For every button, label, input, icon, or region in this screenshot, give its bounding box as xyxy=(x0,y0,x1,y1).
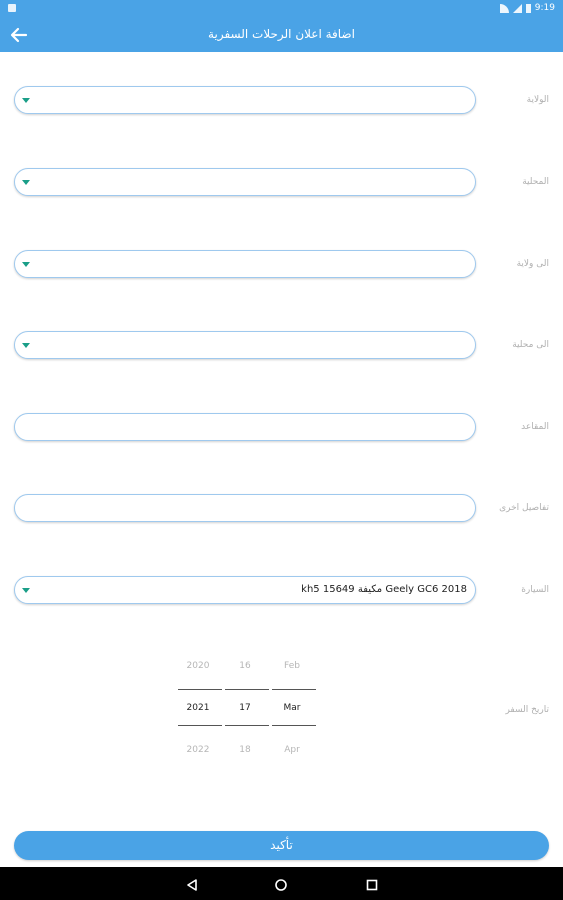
to-locality-row: الى محلية xyxy=(0,331,563,361)
other-details-input[interactable] xyxy=(14,494,476,522)
to-state-row: الى ولاية xyxy=(0,250,563,280)
to-locality-dropdown[interactable] xyxy=(14,331,476,359)
state-dropdown[interactable] xyxy=(14,86,476,114)
caret-down-icon xyxy=(22,98,30,103)
day-selected[interactable]: 17 xyxy=(223,703,267,713)
picker-divider xyxy=(178,689,222,690)
details-row: تفاصيل اخرى xyxy=(0,494,563,524)
seats-row: المقاعد xyxy=(0,413,563,443)
month-selected[interactable]: Mar xyxy=(270,703,314,713)
month-wheel[interactable]: Feb Mar Apr xyxy=(270,650,316,770)
confirm-button[interactable]: تأكيد xyxy=(14,831,549,860)
seats-label: المقاعد xyxy=(521,422,549,432)
to-state-dropdown[interactable] xyxy=(14,250,476,278)
year-next[interactable]: 2022 xyxy=(176,745,220,755)
circle-home-icon xyxy=(275,879,287,891)
car-selected-value: Geely GC6 2018 مكيفة kh5 15649 xyxy=(301,584,467,595)
picker-divider xyxy=(178,725,222,726)
signal-icon xyxy=(512,3,522,13)
to-state-label: الى ولاية xyxy=(516,259,549,269)
year-wheel[interactable]: 2020 2021 2022 xyxy=(176,650,222,770)
battery-icon xyxy=(525,3,531,13)
nav-recents-button[interactable] xyxy=(365,877,379,891)
car-dropdown[interactable]: Geely GC6 2018 مكيفة kh5 15649 xyxy=(14,576,476,604)
day-wheel[interactable]: 16 17 18 xyxy=(223,650,269,770)
caret-down-icon xyxy=(22,262,30,267)
month-next[interactable]: Apr xyxy=(270,745,314,755)
car-label: السيارة xyxy=(521,585,549,595)
triangle-back-icon xyxy=(187,879,197,891)
picker-divider xyxy=(225,725,269,726)
nav-home-button[interactable] xyxy=(274,877,288,891)
wifi-icon xyxy=(499,3,509,13)
nav-back-button[interactable] xyxy=(185,877,199,891)
seats-input[interactable] xyxy=(14,413,476,441)
caret-down-icon xyxy=(22,588,30,593)
locality-row: المحلية xyxy=(0,168,563,198)
system-nav-bar xyxy=(0,867,563,900)
status-time: 9:19 xyxy=(534,3,555,13)
picker-divider xyxy=(272,689,316,690)
state-label: الولاية xyxy=(526,95,549,105)
notification-icon xyxy=(8,4,16,12)
caret-down-icon xyxy=(22,343,30,348)
day-prev[interactable]: 16 xyxy=(223,661,267,671)
locality-label: المحلية xyxy=(522,177,549,187)
picker-divider xyxy=(225,689,269,690)
page-title: اضافة اعلان الرحلات السفرية xyxy=(208,27,355,41)
status-bar: 9:19 xyxy=(0,0,563,18)
travel-date-picker: 2020 2021 2022 16 17 18 Feb Mar Apr xyxy=(176,650,316,770)
picker-divider xyxy=(272,725,316,726)
travel-date-label: تاريخ السفر xyxy=(505,705,549,715)
app-bar: اضافة اعلان الرحلات السفرية xyxy=(0,18,563,52)
day-next[interactable]: 18 xyxy=(223,745,267,755)
state-row: الولاية xyxy=(0,86,563,116)
locality-dropdown[interactable] xyxy=(14,168,476,196)
month-prev[interactable]: Feb xyxy=(270,661,314,671)
to-locality-label: الى محلية xyxy=(512,340,549,350)
car-row: Geely GC6 2018 مكيفة kh5 15649 السيارة xyxy=(0,576,563,606)
year-prev[interactable]: 2020 xyxy=(176,661,220,671)
other-details-label: تفاصيل اخرى xyxy=(499,503,549,513)
caret-down-icon xyxy=(22,180,30,185)
square-recents-icon xyxy=(366,879,378,891)
year-selected[interactable]: 2021 xyxy=(176,703,220,713)
